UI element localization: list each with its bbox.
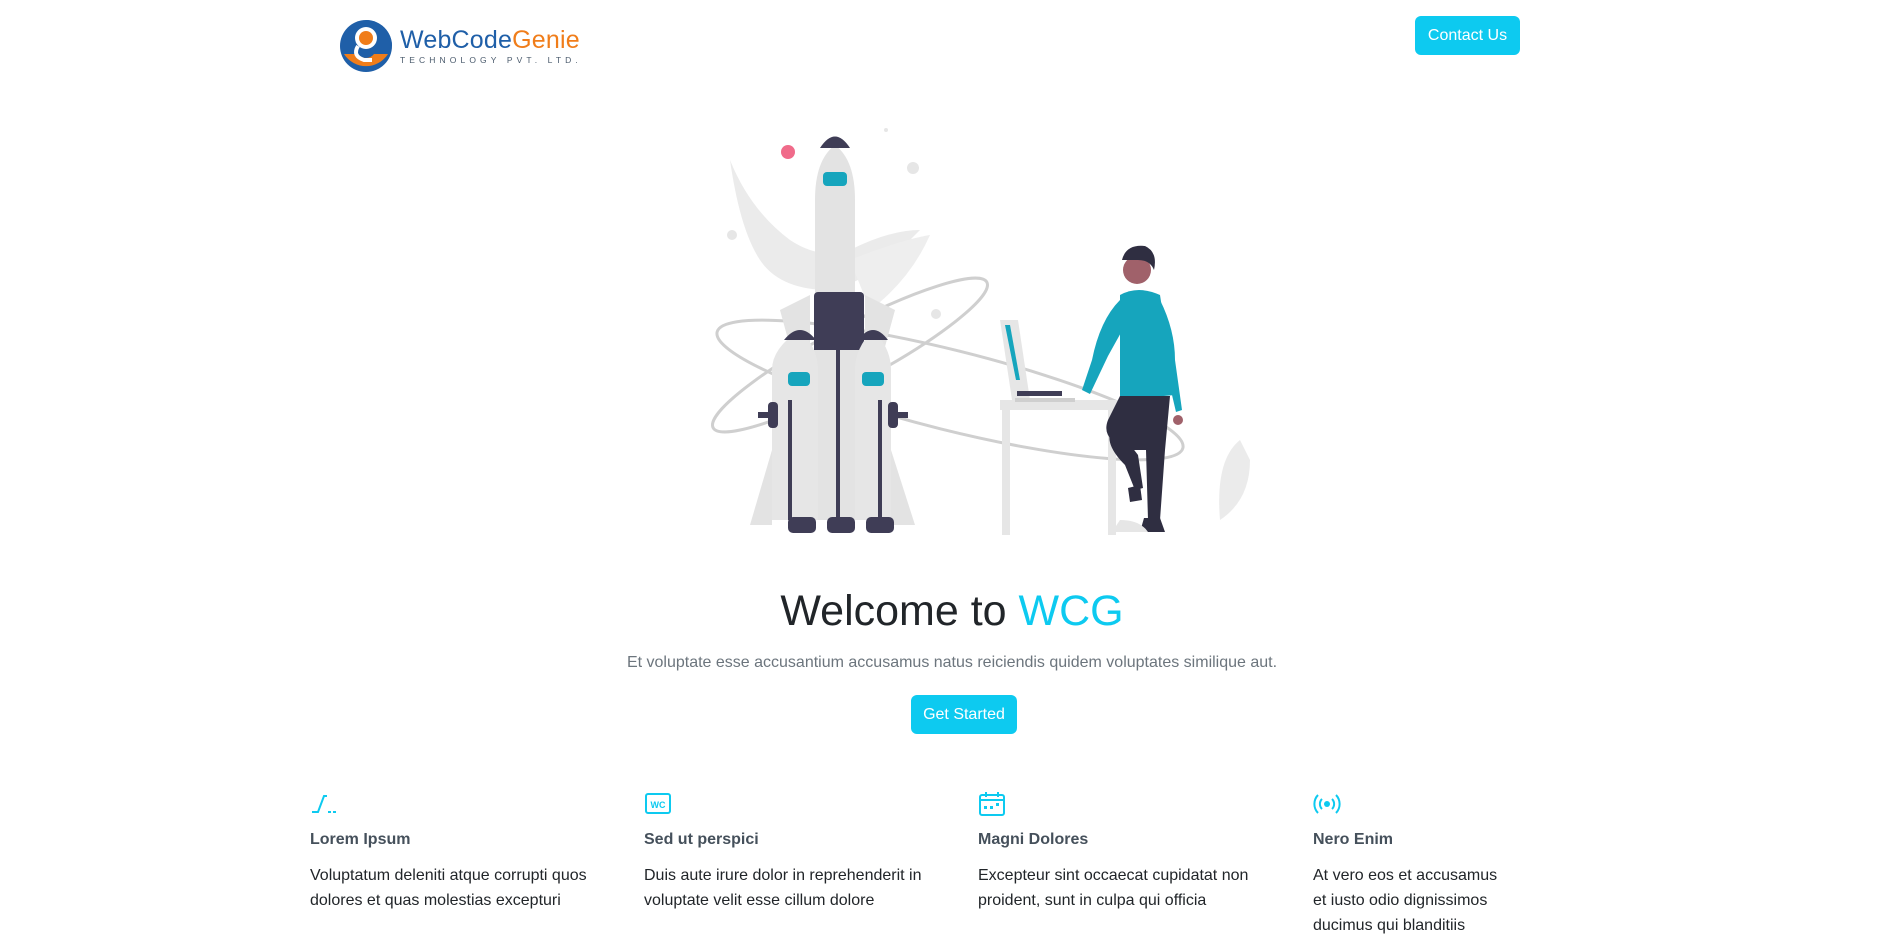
- feature-title: Nero Enim: [1313, 831, 1394, 848]
- hero-subtitle: Et voluptate esse accusantium accusamus …: [626, 654, 1278, 671]
- logo-title-part1: WebCode: [400, 25, 513, 54]
- svg-text:WC: WC: [651, 800, 666, 810]
- brand-logo[interactable]: WebCodeGenie TECHNOLOGY PVT. LTD.: [338, 18, 582, 74]
- feature-card-3: Magni Dolores Excepteur sint occaecat cu…: [978, 790, 1278, 913]
- feature-description: Voluptatum deleniti atque corrupti quos d…: [310, 867, 587, 909]
- logo-text: WebCodeGenie TECHNOLOGY PVT. LTD.: [400, 25, 582, 65]
- logo-title: WebCodeGenie: [400, 25, 582, 54]
- get-started-button[interactable]: Get Started: [911, 695, 1017, 734]
- broadcast-icon: [1313, 794, 1341, 814]
- feature-description: Excepteur sint occaecat cupidatat non pro…: [978, 867, 1249, 909]
- hero-title-accent: WCG: [1018, 587, 1124, 635]
- calendar-icon: [979, 792, 1005, 816]
- page: WebCodeGenie TECHNOLOGY PVT. LTD. Contac…: [0, 0, 1904, 941]
- feature-title: Magni Dolores: [978, 831, 1089, 848]
- hero-illustration: [711, 128, 1250, 535]
- logo-mark-icon: [340, 20, 392, 72]
- contact-us-button[interactable]: Contact Us: [1415, 16, 1520, 55]
- wc-badge-icon: WC: [645, 793, 671, 814]
- feature-title: Lorem Ipsum: [310, 831, 411, 848]
- feature-card-1: Lorem Ipsum Voluptatum deleniti atque co…: [310, 790, 610, 913]
- feature-title: Sed ut perspici: [644, 831, 759, 848]
- logo-subtitle: TECHNOLOGY PVT. LTD.: [400, 54, 582, 65]
- logo-title-part2: Genie: [512, 25, 580, 54]
- hero-title: Welcome to WCG: [0, 587, 1904, 636]
- feature-description: Duis aute irure dolor in reprehenderit i…: [644, 867, 922, 909]
- feature-card-4: Nero Enim At vero eos et accusamus et ius…: [1313, 790, 1613, 938]
- activity-icon: [312, 795, 336, 813]
- feature-card-2: WC Sed ut perspici Duis aute irure dolor…: [644, 790, 944, 913]
- feature-description: At vero eos et accusamus et iusto odio di…: [1313, 867, 1498, 934]
- hero-title-prefix: Welcome to: [780, 587, 1019, 635]
